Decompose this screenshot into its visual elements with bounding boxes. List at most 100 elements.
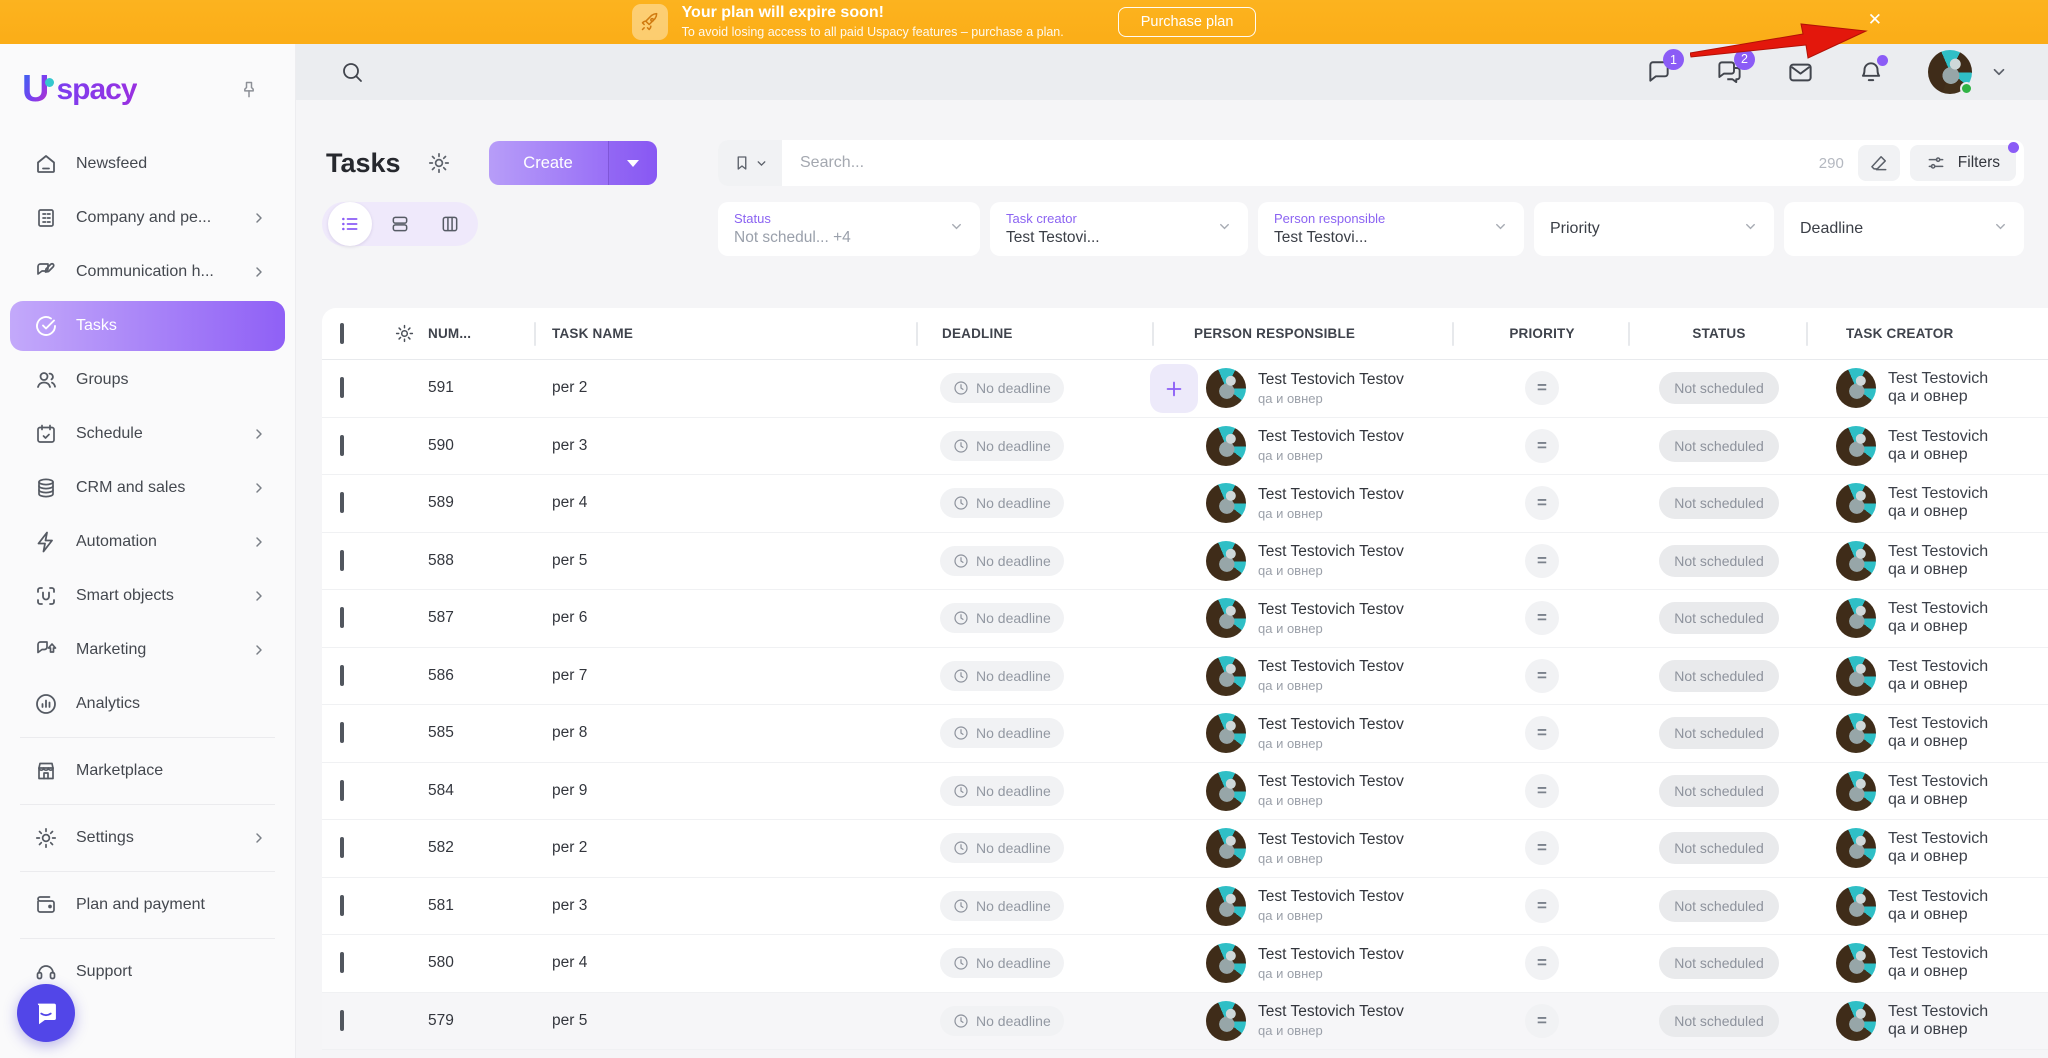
clear-filters-eraser-icon[interactable] (1858, 145, 1900, 181)
creator-name[interactable]: Test Testovich (1888, 888, 1988, 906)
sidebar-item-marketing[interactable]: Marketing (10, 625, 285, 675)
deadline-pill[interactable]: No deadline (940, 776, 1064, 806)
sidebar-item-crm-and-sales[interactable]: CRM and sales (10, 463, 285, 513)
person-name[interactable]: Test Testovich Testov (1258, 1003, 1404, 1021)
table-row[interactable]: 579 per 5 No deadline Test Testovich Tes… (322, 993, 2048, 1051)
table-row[interactable]: 590 per 3 No deadline Test Testovich Tes… (322, 418, 2048, 476)
global-search-icon[interactable] (340, 60, 364, 84)
row-checkbox[interactable] (340, 722, 344, 743)
row-checkbox[interactable] (340, 550, 344, 571)
table-row[interactable]: 587 per 6 No deadline Test Testovich Tes… (322, 590, 2048, 648)
creator-avatar[interactable] (1836, 368, 1876, 408)
task-name[interactable]: per 5 (536, 1012, 918, 1030)
table-row[interactable]: 584 per 9 No deadline Test Testovich Tes… (322, 763, 2048, 821)
person-avatar[interactable] (1206, 483, 1246, 523)
person-avatar[interactable] (1206, 1001, 1246, 1041)
quick-add-button[interactable] (1150, 364, 1198, 413)
col-header-priority[interactable]: PRIORITY (1454, 308, 1630, 359)
priority-equal-icon[interactable]: = (1525, 601, 1559, 635)
person-avatar[interactable] (1206, 426, 1246, 466)
sidebar-item-smart-objects[interactable]: Smart objects (10, 571, 285, 621)
priority-equal-icon[interactable]: = (1525, 889, 1559, 923)
create-dropdown-caret[interactable] (609, 141, 657, 185)
status-badge[interactable]: Not scheduled (1659, 947, 1779, 979)
task-name[interactable]: per 4 (536, 494, 918, 512)
sidebar-item-plan-and-payment[interactable]: Plan and payment (10, 880, 285, 930)
person-avatar[interactable] (1206, 656, 1246, 696)
mail-icon[interactable] (1787, 59, 1814, 86)
person-name[interactable]: Test Testovich Testov (1258, 601, 1404, 619)
creator-avatar[interactable] (1836, 713, 1876, 753)
status-badge[interactable]: Not scheduled (1659, 545, 1779, 577)
deadline-pill[interactable]: No deadline (940, 546, 1064, 576)
status-badge[interactable]: Not scheduled (1659, 1005, 1779, 1037)
filter-status[interactable]: Status Not schedul... +4 (718, 202, 980, 256)
person-name[interactable]: Test Testovich Testov (1258, 888, 1404, 906)
creator-name[interactable]: Test Testovich (1888, 600, 1988, 618)
tasks-settings-gear-icon[interactable] (427, 151, 451, 175)
saved-search-bookmark-icon[interactable] (718, 140, 782, 186)
table-row[interactable]: 585 per 8 No deadline Test Testovich Tes… (322, 705, 2048, 763)
search-input[interactable] (782, 154, 1819, 172)
col-header-deadline[interactable]: DEADLINE (918, 308, 1154, 359)
sidebar-item-company-and-pe[interactable]: Company and pe... (10, 193, 285, 243)
sidebar-item-automation[interactable]: Automation (10, 517, 285, 567)
creator-name[interactable]: Test Testovich (1888, 1003, 1988, 1021)
col-header-task-name[interactable]: TASK NAME (536, 308, 918, 359)
status-badge[interactable]: Not scheduled (1659, 372, 1779, 404)
support-chat-widget-button[interactable] (17, 984, 75, 1042)
table-row[interactable]: 591 per 2 No deadline Test Testovich Tes… (322, 360, 2048, 418)
task-name[interactable]: per 3 (536, 897, 918, 915)
sidebar-item-communication-h[interactable]: Communication h... (10, 247, 285, 297)
chat-icon[interactable]: 1 (1646, 59, 1672, 85)
row-checkbox[interactable] (340, 1010, 344, 1031)
table-row[interactable]: 581 per 3 No deadline Test Testovich Tes… (322, 878, 2048, 936)
task-name[interactable]: per 3 (536, 437, 918, 455)
deadline-pill[interactable]: No deadline (940, 948, 1064, 978)
person-avatar[interactable] (1206, 886, 1246, 926)
table-settings-gear-icon[interactable] (380, 323, 428, 344)
row-checkbox[interactable] (340, 607, 344, 628)
status-badge[interactable]: Not scheduled (1659, 890, 1779, 922)
priority-equal-icon[interactable]: = (1525, 831, 1559, 865)
creator-avatar[interactable] (1836, 886, 1876, 926)
creator-avatar[interactable] (1836, 541, 1876, 581)
priority-equal-icon[interactable]: = (1525, 946, 1559, 980)
col-header-status[interactable]: STATUS (1630, 308, 1808, 359)
task-name[interactable]: per 6 (536, 609, 918, 627)
list-view-button[interactable] (328, 202, 372, 246)
priority-equal-icon[interactable]: = (1525, 659, 1559, 693)
creator-name[interactable]: Test Testovich (1888, 830, 1988, 848)
status-badge[interactable]: Not scheduled (1659, 775, 1779, 807)
priority-equal-icon[interactable]: = (1525, 774, 1559, 808)
person-name[interactable]: Test Testovich Testov (1258, 658, 1404, 676)
select-all-checkbox[interactable] (340, 323, 344, 344)
person-avatar[interactable] (1206, 771, 1246, 811)
notifications-bell-icon[interactable] (1858, 59, 1884, 85)
sidebar-item-schedule[interactable]: Schedule (10, 409, 285, 459)
row-checkbox[interactable] (340, 895, 344, 916)
group-chat-icon[interactable]: 2 (1716, 59, 1743, 86)
creator-name[interactable]: Test Testovich (1888, 658, 1988, 676)
creator-avatar[interactable] (1836, 771, 1876, 811)
table-row[interactable]: 588 per 5 No deadline Test Testovich Tes… (322, 533, 2048, 591)
person-name[interactable]: Test Testovich Testov (1258, 946, 1404, 964)
row-checkbox[interactable] (340, 377, 344, 398)
col-header-person-responsible[interactable]: PERSON RESPONSIBLE (1154, 308, 1454, 359)
deadline-pill[interactable]: No deadline (940, 373, 1064, 403)
purchase-plan-button[interactable]: Purchase plan (1118, 7, 1257, 37)
task-name[interactable]: per 2 (536, 379, 918, 397)
person-avatar[interactable] (1206, 541, 1246, 581)
person-avatar[interactable] (1206, 598, 1246, 638)
task-name[interactable]: per 9 (536, 782, 918, 800)
row-checkbox[interactable] (340, 952, 344, 973)
task-name[interactable]: per 5 (536, 552, 918, 570)
deadline-pill[interactable]: No deadline (940, 833, 1064, 863)
status-badge[interactable]: Not scheduled (1659, 487, 1779, 519)
table-row[interactable]: 580 per 4 No deadline Test Testovich Tes… (322, 935, 2048, 993)
table-row[interactable]: 582 per 2 No deadline Test Testovich Tes… (322, 820, 2048, 878)
creator-name[interactable]: Test Testovich (1888, 485, 1988, 503)
deadline-pill[interactable]: No deadline (940, 718, 1064, 748)
row-checkbox[interactable] (340, 837, 344, 858)
person-name[interactable]: Test Testovich Testov (1258, 543, 1404, 561)
